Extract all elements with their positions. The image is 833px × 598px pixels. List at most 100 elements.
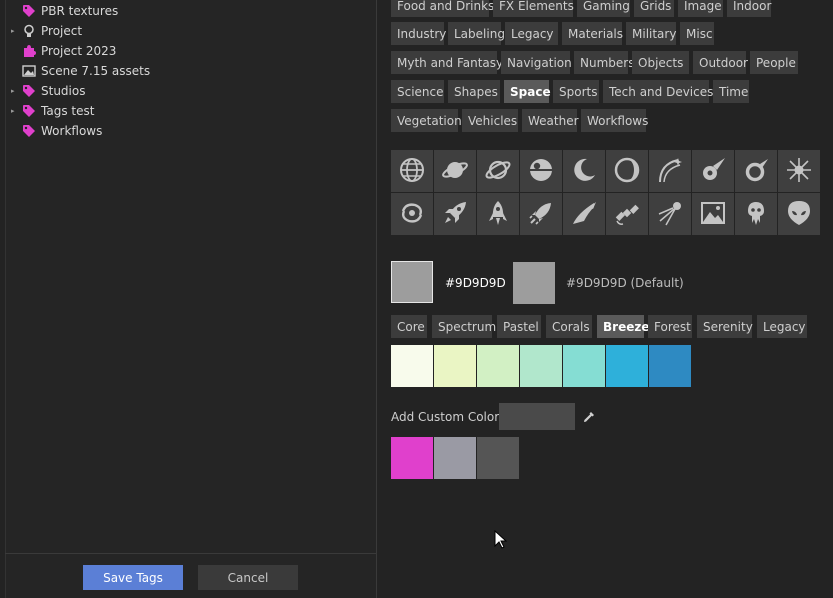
palette-swatch[interactable] (520, 345, 562, 387)
palette-tab[interactable]: Corals (546, 315, 592, 338)
default-color-swatch[interactable] (513, 262, 555, 304)
meteor-icon (699, 156, 727, 187)
palette-tab[interactable]: Core (391, 315, 427, 338)
star-burst-icon (785, 156, 813, 187)
palette-swatch[interactable] (606, 345, 648, 387)
current-color-swatch[interactable] (391, 261, 433, 303)
tag-icon (22, 124, 36, 138)
palette-swatch[interactable] (434, 345, 476, 387)
custom-color-input[interactable] (499, 403, 575, 430)
category-chip[interactable]: Outdoor (693, 51, 748, 74)
current-color-hex: #9D9D9D (445, 276, 506, 290)
icon-cell[interactable] (692, 150, 734, 192)
category-chip[interactable]: Misc (680, 22, 714, 45)
icon-cell[interactable] (520, 150, 562, 192)
squid-alien-icon (742, 199, 770, 230)
category-chip[interactable]: Science (391, 80, 444, 103)
category-chip[interactable]: Time (713, 80, 749, 103)
palette-tab[interactable]: Spectrum (432, 315, 496, 338)
tree-item[interactable]: PBR textures (5, 1, 365, 21)
category-chip[interactable]: People (750, 51, 798, 74)
category-chip[interactable]: Labeling (448, 22, 505, 45)
icon-cell[interactable] (391, 193, 433, 235)
tree-item[interactable]: Workflows (5, 121, 365, 141)
category-chip[interactable]: Grids (634, 0, 674, 17)
comet-arc-icon (656, 156, 684, 187)
mouse-cursor (494, 529, 508, 550)
tree-item[interactable]: ▸ Tags test (5, 101, 365, 121)
meteor-ring-icon (742, 156, 770, 187)
save-tags-button[interactable]: Save Tags (83, 565, 183, 590)
tree-item-label: Tags test (41, 104, 95, 118)
death-star-icon (527, 156, 555, 187)
category-chip[interactable]: Objects (632, 51, 689, 74)
icon-cell[interactable] (477, 150, 519, 192)
icon-cell[interactable] (434, 150, 476, 192)
icon-cell[interactable] (434, 193, 476, 235)
category-chip[interactable]: Gaming (577, 0, 630, 17)
icon-cell[interactable] (649, 150, 691, 192)
category-chip[interactable]: Materials (562, 22, 623, 45)
tree-item[interactable]: ▸ Project (5, 21, 365, 41)
palette-swatch[interactable] (563, 345, 605, 387)
category-chip[interactable]: Myth and Fantasy (391, 51, 503, 74)
icon-cell[interactable] (563, 193, 605, 235)
icon-cell[interactable] (692, 193, 734, 235)
category-chip[interactable]: Shapes (448, 80, 500, 103)
palette-swatch[interactable] (649, 345, 691, 387)
category-chip[interactable]: Vehicles (462, 109, 518, 132)
custom-color-swatch[interactable] (391, 437, 433, 479)
category-chip[interactable]: Military (626, 22, 676, 45)
category-chip[interactable]: Legacy (505, 22, 558, 45)
tree-item-label: PBR textures (41, 4, 119, 18)
palette-tab[interactable]: Legacy (757, 315, 807, 338)
tree-item[interactable]: ▸ Studios (5, 81, 365, 101)
puzzle-icon (22, 44, 36, 58)
category-chip[interactable]: Tech and Devices (603, 80, 713, 103)
icon-cell[interactable] (391, 150, 433, 192)
icon-cell[interactable] (778, 193, 820, 235)
palette-tab[interactable]: Forest (648, 315, 692, 338)
icon-cell[interactable] (735, 193, 777, 235)
icon-cell[interactable] (778, 150, 820, 192)
icon-cell[interactable] (606, 193, 648, 235)
category-chip[interactable]: Food and Drinks (391, 0, 494, 17)
category-chip[interactable]: Workflows (581, 109, 648, 132)
tree-item[interactable]: Project 2023 (5, 41, 365, 61)
category-chip[interactable]: Indoor (727, 0, 771, 17)
category-chip[interactable]: Navigation (501, 51, 572, 74)
tree-item[interactable]: Scene 7.15 assets (5, 61, 365, 81)
icon-cell[interactable] (735, 150, 777, 192)
image-icon (22, 64, 36, 78)
icon-cell[interactable] (649, 193, 691, 235)
rocket-upright-icon (484, 199, 512, 230)
tree-item-label: Workflows (41, 124, 103, 138)
category-chip[interactable]: Space (504, 80, 551, 103)
palette-tab[interactable]: Pastel (497, 315, 541, 338)
category-chip[interactable]: Industry (391, 22, 446, 45)
category-chip[interactable]: FX Elements (493, 0, 574, 17)
space-shuttle-icon (570, 199, 598, 230)
icon-cell[interactable] (520, 193, 562, 235)
footer-divider (5, 553, 376, 554)
category-chip[interactable]: Numbers (574, 51, 634, 74)
palette-swatch[interactable] (391, 345, 433, 387)
custom-color-swatch[interactable] (434, 437, 476, 479)
palette-swatch[interactable] (477, 345, 519, 387)
palette-tab[interactable]: Breeze (597, 315, 649, 338)
category-chip[interactable]: Image (678, 0, 723, 17)
cancel-button[interactable]: Cancel (198, 565, 298, 590)
icon-cell[interactable] (477, 193, 519, 235)
expand-arrow-icon[interactable]: ▸ (11, 27, 17, 35)
expand-arrow-icon[interactable]: ▸ (11, 107, 17, 115)
add-custom-color-label: Add Custom Color (391, 410, 500, 424)
icon-cell[interactable] (606, 150, 648, 192)
custom-color-swatch[interactable] (477, 437, 519, 479)
icon-cell[interactable] (563, 150, 605, 192)
expand-arrow-icon[interactable]: ▸ (11, 87, 17, 95)
palette-tab[interactable]: Serenity (697, 315, 753, 338)
category-chip[interactable]: Weather (522, 109, 579, 132)
eyedropper-icon[interactable] (582, 410, 596, 424)
category-chip[interactable]: Sports (553, 80, 599, 103)
category-chip[interactable]: Vegetation (391, 109, 462, 132)
